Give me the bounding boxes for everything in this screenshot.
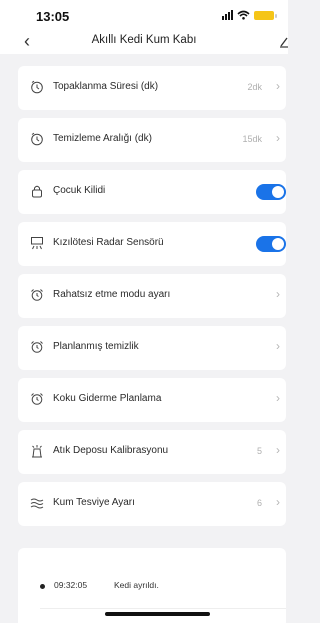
setting-row-child-lock: Çocuk Kilidi: [18, 170, 286, 214]
nav-bar: ‹ Akıllı Kedi Kum Kabı: [0, 30, 288, 54]
setting-label: Koku Giderme Planlama: [53, 393, 162, 404]
setting-label: Atık Deposu Kalibrasyonu: [53, 445, 169, 456]
page-title: Akıllı Kedi Kum Kabı: [91, 34, 197, 46]
battery-icon: [254, 10, 277, 20]
waves-icon: [30, 498, 44, 509]
setting-value: 15dk: [242, 134, 262, 144]
log-time: 09:32:05: [54, 580, 88, 590]
status-time: 13:05: [36, 9, 70, 24]
log-text: Kedi ayrıldı.: [114, 580, 159, 590]
chevron-right-icon: ›: [276, 495, 280, 509]
alarm-clock-icon: [31, 289, 43, 301]
setting-row-do-not-disturb[interactable]: Rahatsız etme modu ayarı ›: [18, 274, 286, 318]
setting-row-radar-sensor: Kızılötesi Radar Sensörü: [18, 222, 286, 266]
signal-icon: [222, 10, 233, 20]
status-bar: 13:05: [0, 0, 288, 30]
radar-sensor-icon: [31, 237, 43, 250]
edit-icon[interactable]: [278, 34, 288, 48]
wifi-icon: [237, 10, 250, 20]
setting-value: 2dk: [247, 82, 262, 92]
setting-label: Temizleme Aralığı (dk): [53, 133, 152, 144]
chevron-right-icon: ›: [276, 79, 280, 93]
lock-icon: [32, 185, 42, 198]
chevron-right-icon: ›: [276, 443, 280, 457]
setting-row-scheduled-cleaning[interactable]: Planlanmış temizlik ›: [18, 326, 286, 370]
setting-label: Rahatsız etme modu ayarı: [53, 289, 171, 300]
chevron-right-icon: ›: [276, 339, 280, 353]
setting-row-clumping-time[interactable]: Topaklanma Süresi (dk) 2dk ›: [18, 66, 286, 110]
setting-label: Çocuk Kilidi: [53, 185, 106, 196]
alarm-clock-icon: [31, 393, 43, 405]
setting-value: 5: [256, 446, 262, 456]
timer-icon: [31, 132, 43, 146]
setting-row-waste-calibration[interactable]: Atık Deposu Kalibrasyonu 5 ›: [18, 430, 286, 474]
setting-label: Kızılötesi Radar Sensörü: [53, 237, 164, 248]
setting-label: Kum Tesviye Ayarı: [53, 497, 135, 508]
setting-row-cleaning-interval[interactable]: Temizleme Aralığı (dk) 15dk ›: [18, 118, 286, 162]
status-icons: [222, 10, 277, 20]
setting-value: 6: [256, 498, 262, 508]
home-indicator[interactable]: [105, 612, 210, 616]
radar-sensor-toggle[interactable]: [256, 236, 286, 252]
setting-label: Topaklanma Süresi (dk): [53, 81, 159, 92]
chevron-right-icon: ›: [276, 287, 280, 301]
alarm-clock-icon: [31, 341, 43, 353]
child-lock-toggle[interactable]: [256, 184, 286, 200]
divider: [40, 608, 286, 609]
setting-row-litter-leveling[interactable]: Kum Tesviye Ayarı 6 ›: [18, 482, 286, 526]
log-bullet-icon: [40, 584, 45, 589]
timer-icon: [31, 80, 43, 94]
setting-row-odor-schedule[interactable]: Koku Giderme Planlama ›: [18, 378, 286, 422]
setting-label: Planlanmış temizlik: [53, 341, 139, 352]
waste-bin-icon: [32, 445, 42, 458]
chevron-right-icon: ›: [276, 391, 280, 405]
chevron-right-icon: ›: [276, 131, 280, 145]
